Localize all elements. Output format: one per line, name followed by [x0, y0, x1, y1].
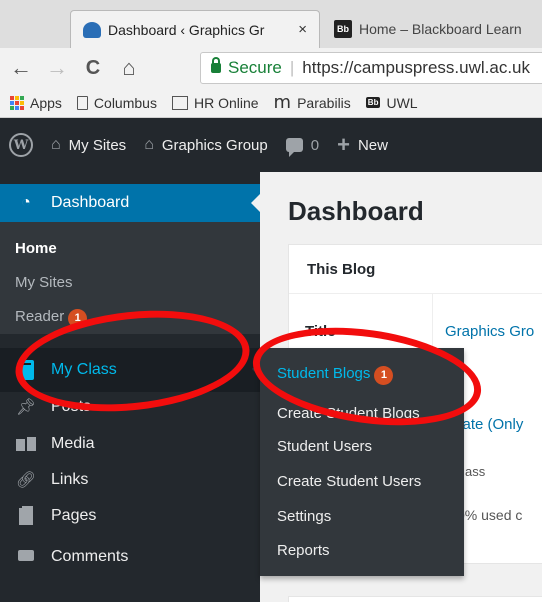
browser-tab-strip: Dashboard ‹ Graphics Gr × Bb Home – Blac…	[0, 0, 542, 48]
title-header: Title	[305, 323, 336, 340]
page-title: Dashboard	[288, 196, 424, 226]
comments-icon	[15, 546, 37, 568]
tab-blackboard[interactable]: Bb Home – Blackboard Learn	[322, 10, 542, 48]
pushpin-icon: 📌︎	[15, 399, 37, 416]
tab-dashboard[interactable]: Dashboard ‹ Graphics Gr ×	[70, 10, 320, 48]
menu-label: Comments	[51, 548, 129, 565]
pages-icon	[15, 505, 37, 527]
plus-icon: +	[337, 132, 350, 157]
m-logo-icon: m	[273, 92, 292, 113]
wp-logo-menu[interactable]: W	[0, 118, 42, 172]
submenu-reader[interactable]: Reader 1	[15, 308, 88, 328]
media-camera-icon	[15, 433, 37, 455]
lock-icon	[211, 57, 221, 73]
flyout-student-users[interactable]: Student Users	[277, 438, 372, 455]
menu-label: Links	[51, 471, 89, 488]
flyout-reports[interactable]: Reports	[277, 542, 330, 559]
my-sites-icon: ⌂	[51, 136, 61, 153]
my-class-flyout: Student Blogs 1 Create Student Blogs Stud…	[260, 348, 464, 576]
flyout-create-student-blogs[interactable]: Create Student Blogs	[277, 405, 420, 422]
address-separator: |	[289, 58, 295, 77]
address-bar[interactable]: Secure | https://campuspress.uwl.ac.uk	[200, 52, 542, 84]
blog-name-link[interactable]: Graphics Gro	[445, 323, 534, 340]
browser-toolbar: ← → C ⌂ Secure | https://campuspress.uwl…	[0, 48, 542, 88]
bookmark-apps[interactable]: Apps	[10, 95, 62, 111]
widget-title: This Blog	[307, 261, 376, 278]
flyout-create-student-users[interactable]: Create Student Users	[277, 473, 421, 490]
menu-media[interactable]: Media	[0, 425, 260, 463]
flyout-label: Student Blogs	[277, 365, 371, 382]
submenu-my-sites[interactable]: My Sites	[15, 274, 73, 291]
apps-grid-icon	[10, 95, 24, 110]
hr-online-icon	[171, 95, 188, 110]
bookmarks-bar: Apps Columbus HR Online m Parabilis Bb U…	[0, 88, 542, 118]
bookmark-hr-online[interactable]: HR Online	[171, 94, 259, 111]
site-name-menu[interactable]: ⌂ Graphics Group	[135, 118, 277, 172]
dashboard-submenu: Home My Sites Reader 1	[0, 222, 260, 334]
new-content-menu[interactable]: + New	[328, 118, 397, 172]
new-label: New	[357, 136, 388, 154]
menu-dashboard[interactable]: ◔ Dashboard	[0, 184, 261, 222]
home-icon[interactable]: ⌂	[118, 57, 140, 79]
privacy-link[interactable]: vate (Only	[455, 416, 523, 433]
secure-label: Secure	[228, 58, 282, 77]
menu-my-class[interactable]: My Class	[0, 348, 260, 392]
comments-menu[interactable]: 0	[277, 118, 328, 172]
my-sites-menu[interactable]: ⌂ My Sites	[42, 118, 135, 172]
submenu-home[interactable]: Home	[15, 240, 57, 257]
menu-pages[interactable]: Pages	[0, 497, 260, 535]
forward-arrow-icon[interactable]: →	[46, 57, 68, 79]
flyout-student-blogs[interactable]: Student Blogs 1	[277, 365, 394, 385]
menu-links[interactable]: 🔗︎ Links	[0, 461, 260, 499]
comments-count: 0	[310, 136, 320, 154]
menu-label: Media	[51, 435, 95, 452]
bookmark-label: HR Online	[193, 94, 259, 111]
back-arrow-icon[interactable]: ←	[10, 57, 32, 79]
menu-comments[interactable]: Comments	[0, 538, 260, 576]
bookmark-parabilis[interactable]: m Parabilis	[274, 92, 351, 113]
reload-icon[interactable]: C	[82, 58, 104, 78]
flyout-settings[interactable]: Settings	[277, 508, 331, 525]
menu-posts[interactable]: 📌︎ Posts	[0, 388, 260, 426]
student-blogs-badge: 1	[374, 365, 394, 385]
tab-title: Home – Blackboard Learn	[359, 21, 522, 37]
home-icon: ⌂	[144, 136, 154, 153]
menu-label: Posts	[51, 398, 92, 415]
url-text: https://campuspress.uwl.ac.uk	[302, 58, 531, 77]
bookmark-label: Apps	[30, 94, 62, 111]
class-value: ass	[465, 464, 486, 479]
site-name-label: Graphics Group	[161, 136, 268, 154]
submenu-label: Reader	[15, 308, 65, 325]
bookmark-label: UWL	[386, 94, 418, 111]
page-icon	[76, 95, 88, 110]
close-tab-icon[interactable]: ×	[298, 21, 307, 38]
blackboard-icon: Bb	[334, 20, 352, 38]
blackboard-icon: Bb	[365, 97, 381, 108]
bookmark-label: Columbus	[93, 94, 157, 111]
tab-title: Dashboard ‹ Graphics Gr	[108, 21, 265, 38]
reader-count-badge: 1	[68, 308, 88, 328]
wordpress-shield-icon	[83, 21, 101, 39]
menu-label: Pages	[51, 507, 97, 524]
wp-admin-bar: W ⌂ My Sites ⌂ Graphics Group 0 + New	[0, 118, 542, 172]
comment-bubble-icon	[285, 138, 303, 157]
dashboard-gauge-icon: ◔	[21, 194, 31, 211]
link-icon: 🔗︎	[15, 472, 37, 489]
next-widget	[288, 596, 542, 602]
widget-divider	[289, 293, 542, 294]
bookmark-uwl[interactable]: Bb UWL	[365, 94, 418, 111]
menu-label: Dashboard	[51, 194, 130, 211]
admin-sidebar: ◔ Dashboard Home My Sites Reader 1 My Cla…	[0, 172, 261, 602]
wordpress-logo-icon: W	[9, 133, 33, 157]
book-icon	[15, 359, 37, 381]
bookmark-columbus[interactable]: Columbus	[76, 94, 157, 111]
menu-label: My Class	[51, 361, 117, 378]
my-sites-label: My Sites	[68, 136, 127, 154]
bookmark-label: Parabilis	[297, 94, 351, 111]
storage-usage: 0% used c	[457, 507, 523, 523]
